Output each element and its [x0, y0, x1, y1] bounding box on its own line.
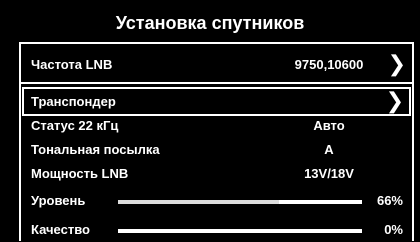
transponder-label: Транспондер: [31, 94, 116, 109]
signal-level-label: Уровень: [31, 193, 86, 208]
signal-level-bar: [118, 200, 362, 204]
signal-quality-percent: 0%: [384, 222, 403, 237]
lnb-frequency-label: Частота LNB: [31, 57, 113, 72]
settings-panel: Частота LNB 9750,10600 ❯ Транспондер ❯ С…: [19, 42, 414, 241]
lnb-power-label: Мощность LNB: [31, 166, 129, 181]
divider: [21, 82, 412, 84]
lnb-power-row[interactable]: Мощность LNB 13V/18V: [21, 166, 412, 186]
tone-burst-label: Тональная посылка: [31, 142, 160, 157]
chevron-right-icon[interactable]: ❯: [388, 54, 406, 76]
lnb-frequency-row[interactable]: Частота LNB 9750,10600 ❯: [21, 54, 412, 77]
signal-quality-bar: [118, 229, 362, 233]
status-22khz-row[interactable]: Статус 22 кГц Авто: [21, 118, 412, 138]
signal-level-percent: 66%: [376, 193, 403, 208]
tone-burst-value: A: [324, 142, 334, 157]
chevron-right-icon[interactable]: ❯: [386, 91, 404, 113]
signal-quality-label: Качество: [31, 222, 90, 237]
lnb-power-value: 13V/18V: [304, 166, 354, 181]
screen-title: Установка спутников: [115, 13, 305, 33]
lnb-frequency-value: 9750,10600: [294, 57, 364, 72]
transponder-row[interactable]: Транспондер ❯: [21, 91, 412, 114]
satellite-setup-screen: Установка спутников Частота LNB 9750,106…: [0, 0, 420, 242]
signal-quality-row: Качество 0%: [21, 222, 412, 242]
status-22khz-label: Статус 22 кГц: [31, 118, 119, 133]
tone-burst-row[interactable]: Тональная посылка A: [21, 142, 412, 162]
signal-level-row: Уровень 66%: [21, 193, 412, 213]
status-22khz-value: Авто: [313, 118, 345, 133]
signal-level-fill: [118, 200, 279, 204]
